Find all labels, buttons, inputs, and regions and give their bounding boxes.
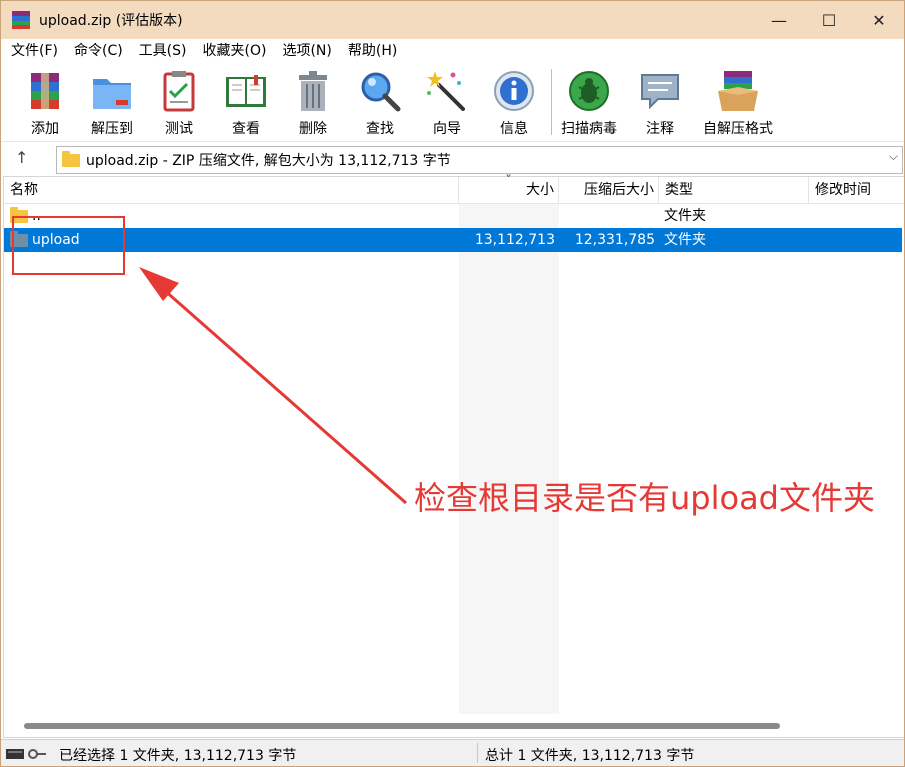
sfx-button[interactable]: 自解压格式 (697, 67, 779, 137)
test-button[interactable]: 测试 (147, 67, 211, 137)
delete-button[interactable]: 删除 (281, 67, 345, 137)
row-size: 13,112,713 (474, 232, 555, 248)
column-header-size[interactable]: ˇ 大小 (459, 174, 559, 203)
table-row[interactable]: .. 文件夹 (4, 204, 902, 228)
column-header-modified[interactable]: 修改时间 (809, 177, 904, 203)
view-label: 查看 (232, 121, 260, 137)
zip-folder-icon (62, 150, 80, 167)
list-header: 名称 ˇ 大小 压缩后大小 类型 修改时间 (4, 174, 904, 204)
sorted-column-shade (459, 204, 559, 714)
comment-icon (638, 69, 682, 113)
status-divider (477, 743, 478, 763)
column-header-name[interactable]: 名称 (4, 177, 459, 203)
add-label: 添加 (31, 121, 59, 137)
menu-file[interactable]: 文件(F) (3, 39, 66, 63)
row-type: 文件夹 (664, 232, 706, 248)
wizard-button[interactable]: 向导 (415, 67, 479, 137)
file-list[interactable]: 名称 ˇ 大小 压缩后大小 类型 修改时间 .. 文件夹 upload 13,1… (3, 174, 904, 738)
extract-to-label: 解压到 (91, 121, 133, 137)
annotation-highlight-box (12, 216, 125, 275)
address-path: upload.zip - ZIP 压缩文件, 解包大小为 13,112,713 … (86, 153, 451, 169)
window-title: upload.zip (评估版本) (39, 13, 183, 29)
table-row[interactable]: upload 13,112,713 12,331,785 文件夹 (4, 228, 902, 252)
add-button[interactable]: 添加 (13, 67, 77, 137)
status-bar: 已经选择 1 文件夹, 13,112,713 字节 总计 1 文件夹, 13,1… (1, 739, 904, 766)
extract-to-button[interactable]: 解压到 (80, 67, 144, 137)
drive-key-icon (6, 749, 46, 759)
close-button[interactable]: ✕ (854, 1, 904, 39)
sfx-box-icon (716, 69, 760, 113)
title-bar: upload.zip (评估版本) — ☐ ✕ (1, 1, 904, 39)
row-type: 文件夹 (664, 208, 706, 224)
menu-tools[interactable]: 工具(S) (131, 39, 195, 63)
virus-scan-button[interactable]: 扫描病毒 (557, 67, 621, 137)
menu-bar: 文件(F) 命令(C) 工具(S) 收藏夹(O) 选项(N) 帮助(H) (1, 39, 904, 63)
virus-scan-icon (567, 69, 611, 113)
toolbar-separator (551, 69, 552, 135)
row-packed: 12,331,785 (574, 232, 655, 248)
delete-label: 删除 (299, 121, 327, 137)
wizard-label: 向导 (433, 121, 461, 137)
comment-label: 注释 (646, 121, 674, 137)
menu-options[interactable]: 选项(N) (274, 39, 339, 63)
menu-commands[interactable]: 命令(C) (66, 39, 131, 63)
annotation-text: 检查根目录是否有upload文件夹 (414, 479, 875, 517)
maximize-button[interactable]: ☐ (804, 1, 854, 39)
winrar-window: upload.zip (评估版本) — ☐ ✕ 文件(F) 命令(C) 工具(S… (0, 0, 905, 767)
toolbar: 添加 解压到 测试 查看 删除 查找 向导 信息 扫描病毒 注释 自解压格式 (1, 63, 904, 141)
address-bar: ↑ upload.zip - ZIP 压缩文件, 解包大小为 13,112,71… (1, 141, 904, 176)
find-magnifier-icon (358, 69, 402, 113)
test-icon (157, 69, 201, 113)
horizontal-scrollbar[interactable] (24, 723, 780, 729)
virus-scan-label: 扫描病毒 (561, 121, 617, 137)
view-book-icon (224, 69, 268, 113)
info-label: 信息 (500, 121, 528, 137)
column-header-packed[interactable]: 压缩后大小 (559, 177, 659, 203)
menu-help[interactable]: 帮助(H) (340, 39, 405, 63)
status-selection: 已经选择 1 文件夹, 13,112,713 字节 (59, 748, 297, 764)
add-archive-icon (23, 69, 67, 113)
up-level-button[interactable]: ↑ (15, 148, 28, 167)
column-header-size-label: 大小 (526, 182, 554, 198)
address-dropdown-button[interactable]: ⌵ (889, 149, 898, 164)
comment-button[interactable]: 注释 (628, 67, 692, 137)
info-button[interactable]: 信息 (482, 67, 546, 137)
address-field[interactable]: upload.zip - ZIP 压缩文件, 解包大小为 13,112,713 … (56, 146, 903, 174)
find-button[interactable]: 查找 (348, 67, 412, 137)
find-label: 查找 (366, 121, 394, 137)
wizard-wand-icon (425, 69, 469, 113)
test-label: 测试 (165, 121, 193, 137)
sfx-label: 自解压格式 (703, 121, 773, 137)
extract-to-icon (90, 69, 134, 113)
sort-indicator-icon: ˇ (505, 174, 512, 190)
winrar-logo-icon (12, 11, 30, 29)
info-icon (492, 69, 536, 113)
status-total: 总计 1 文件夹, 13,112,713 字节 (485, 748, 695, 764)
minimize-button[interactable]: — (754, 1, 804, 39)
delete-trash-icon (291, 69, 335, 113)
view-button[interactable]: 查看 (214, 67, 278, 137)
column-header-type[interactable]: 类型 (659, 177, 809, 203)
menu-favorites[interactable]: 收藏夹(O) (195, 39, 275, 63)
